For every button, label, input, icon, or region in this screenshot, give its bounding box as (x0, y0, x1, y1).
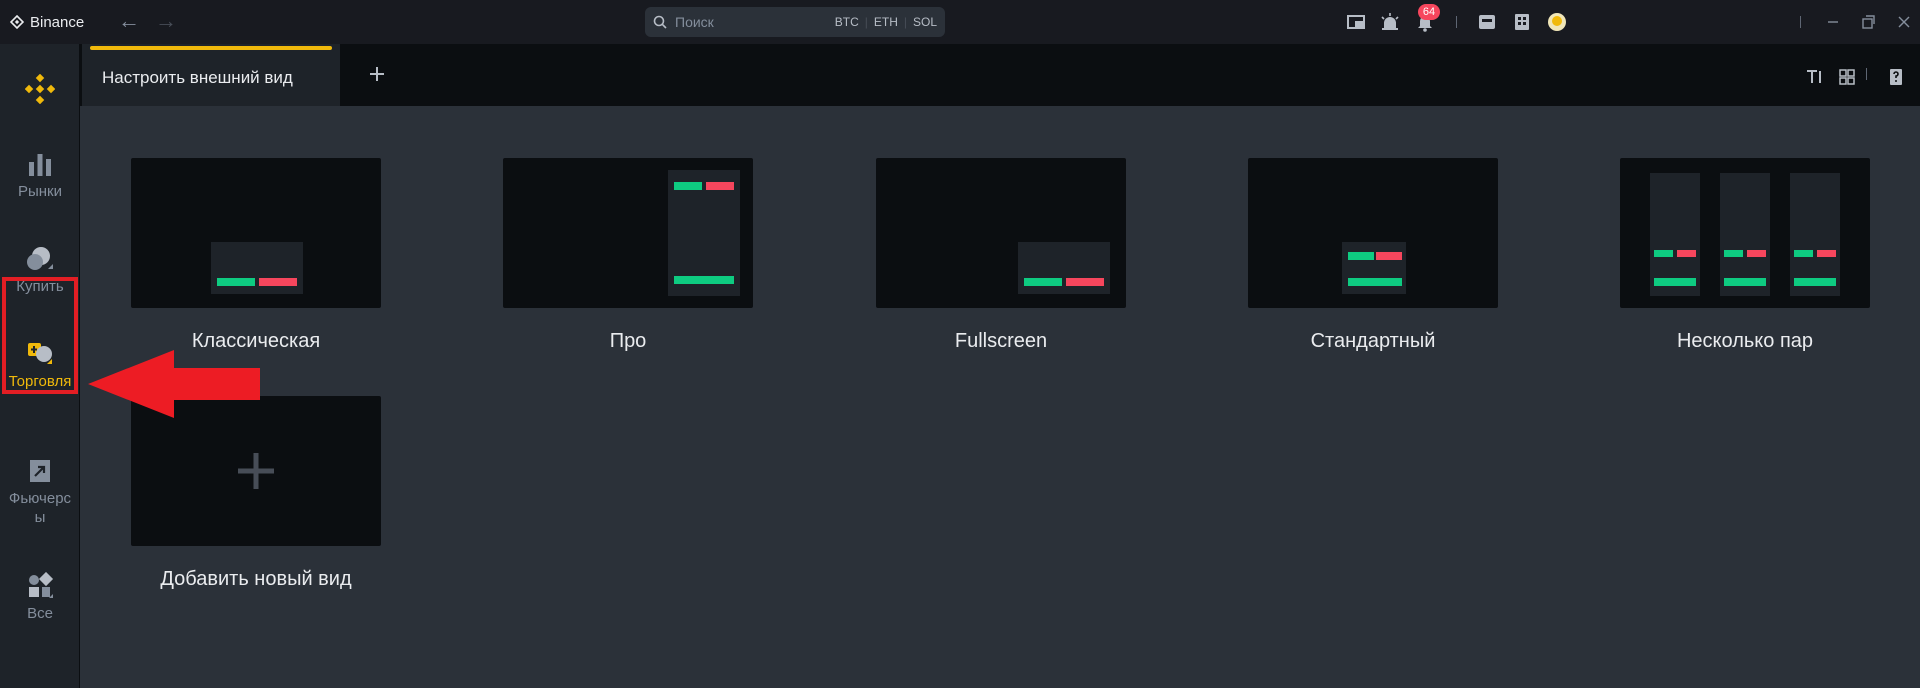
layout-card-multi-pair[interactable]: Несколько пар (1620, 158, 1870, 353)
wallet-icon[interactable] (1477, 12, 1497, 32)
screen-layout-icon[interactable] (1346, 12, 1366, 32)
layout-label: Про (609, 330, 647, 352)
layout-card-pro[interactable]: Про (503, 158, 753, 353)
sidebar-item-label: Рынки (17, 183, 62, 200)
plus-icon (370, 67, 384, 81)
layout-card-classic[interactable]: Классическая (131, 158, 381, 353)
plus-icon (238, 453, 274, 489)
highlight-frame (2, 277, 78, 394)
price-alert-icon[interactable] (1380, 12, 1400, 32)
tab-customize-view[interactable]: Настроить внешний вид (82, 44, 340, 106)
chip-eth[interactable]: ETH (874, 15, 898, 29)
layout-preview-classic[interactable] (131, 158, 381, 308)
minimize-icon[interactable] (1823, 12, 1843, 32)
forward-arrow-icon[interactable]: → (155, 9, 177, 33)
search-quick-chips: BTC | ETH | SOL (834, 15, 937, 29)
layout-preview-standard[interactable] (1248, 158, 1498, 308)
search-icon (653, 15, 667, 29)
search-placeholder: Поиск (675, 14, 714, 30)
text-size-icon[interactable] (1805, 68, 1823, 86)
title-bar: Binance ← → Поиск BTC | ETH | SOL 64 (0, 0, 1920, 44)
add-new-view-button[interactable] (131, 396, 381, 546)
layout-preview-pro[interactable] (503, 158, 753, 308)
binance-logo-icon[interactable] (25, 74, 55, 104)
layout-card-add-new[interactable]: Добавить новый вид (131, 396, 381, 591)
help-doc-icon[interactable] (1887, 68, 1905, 86)
layout-label: Добавить новый вид (160, 568, 352, 590)
user-avatar-icon[interactable] (1547, 12, 1567, 32)
app-title: Binance (30, 13, 85, 31)
grid-layout-icon[interactable] (1838, 68, 1856, 86)
markets-icon (29, 154, 51, 176)
layout-card-fullscreen[interactable]: Fullscreen (876, 158, 1126, 353)
layout-label: Несколько пар (1676, 330, 1814, 352)
restore-icon[interactable] (1858, 12, 1878, 32)
all-apps-icon (29, 572, 54, 598)
layout-tab-strip: Настроить внешний вид (80, 44, 1920, 106)
sidebar-item-label: Фьючерсы (8, 490, 72, 526)
tab-label: Настроить внешний вид (102, 68, 293, 87)
buy-crypto-icon (27, 247, 53, 270)
add-tab-button[interactable] (363, 60, 391, 88)
layout-preview-fullscreen[interactable] (876, 158, 1126, 308)
binance-logo-icon (10, 15, 24, 29)
search-bar[interactable]: Поиск BTC | ETH | SOL (645, 7, 945, 37)
orders-icon[interactable] (1512, 12, 1532, 32)
layout-label: Стандартный (1310, 330, 1436, 352)
annotation-arrow-icon (88, 350, 260, 418)
futures-icon (30, 460, 50, 482)
back-arrow-icon[interactable]: ← (118, 9, 140, 33)
sidebar-item-all[interactable]: Все (0, 572, 80, 623)
sidebar-item-label: Все (27, 605, 53, 622)
sidebar-item-markets[interactable]: Рынки (0, 150, 80, 201)
sidebar-item-futures[interactable]: Фьючерсы (0, 457, 80, 527)
close-icon[interactable] (1894, 12, 1914, 32)
chip-sol[interactable]: SOL (913, 15, 937, 29)
layout-label: Fullscreen (954, 330, 1048, 352)
layout-preview-multi-pair[interactable] (1620, 158, 1870, 308)
chip-btc[interactable]: BTC (835, 15, 859, 29)
app-brand: Binance (10, 11, 84, 33)
notification-badge: 64 (1418, 4, 1440, 20)
layout-card-standard[interactable]: Стандартный (1248, 158, 1498, 353)
